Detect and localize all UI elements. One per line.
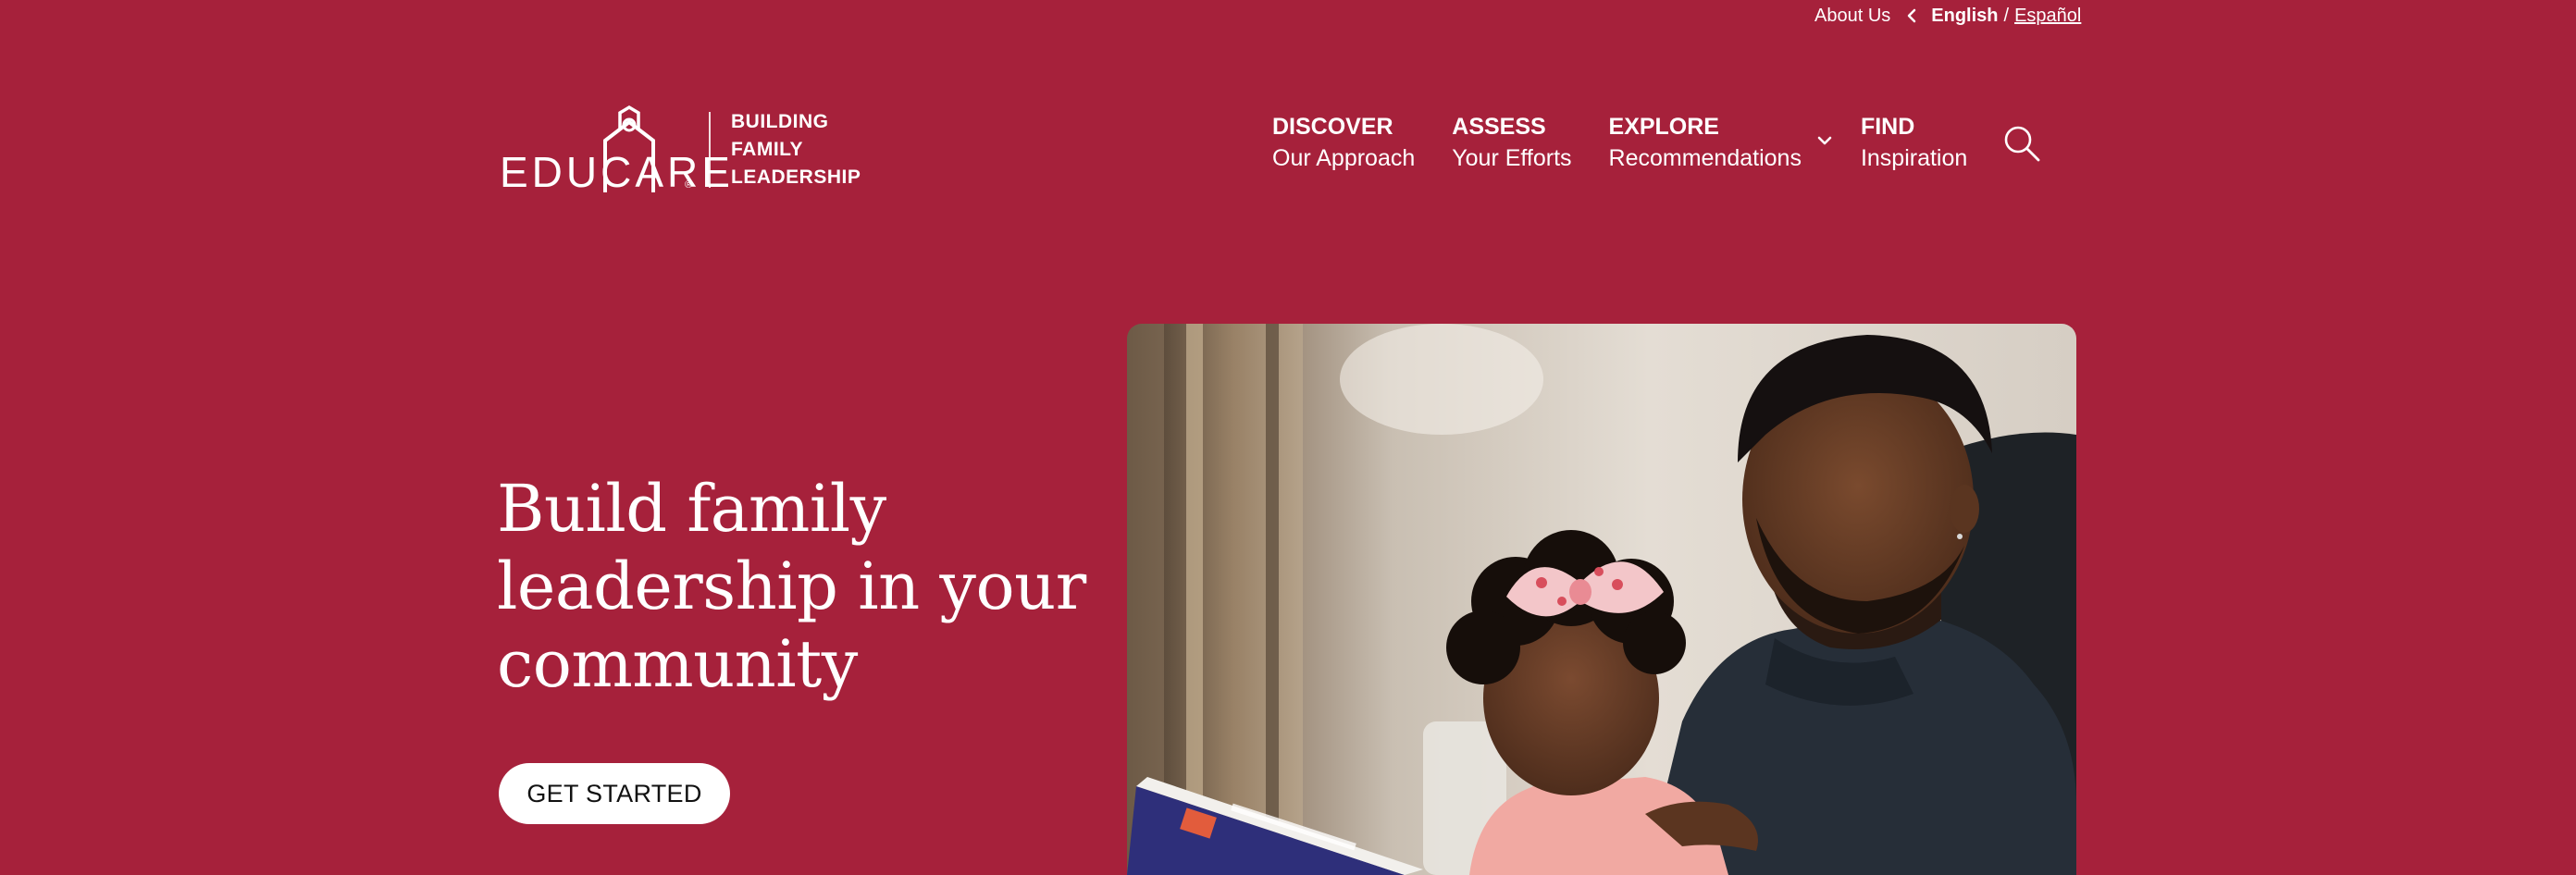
educare-logo[interactable]: EDUCARE ® BUILDING FAMILY LEADERSHIP — [500, 104, 861, 196]
nav-item-explore[interactable]: EXPLORE Recommendations — [1609, 111, 1802, 174]
nav-item-discover[interactable]: DISCOVER Our Approach — [1272, 111, 1415, 174]
search-icon[interactable] — [2002, 124, 2041, 163]
chevron-down-icon[interactable] — [1816, 135, 1833, 146]
get-started-button[interactable]: GET STARTED — [499, 763, 730, 824]
nav-title: FIND — [1860, 114, 1915, 140]
registered-mark: ® — [685, 179, 693, 191]
nav-item-find[interactable]: FIND Inspiration — [1861, 111, 1967, 174]
nav-subtitle: Your Efforts — [1452, 145, 1572, 171]
about-us-link[interactable]: About Us — [1814, 6, 1890, 27]
hero-photo — [1127, 324, 2076, 875]
nav-subtitle: Inspiration — [1860, 145, 1968, 171]
nav-explore-group: EXPLORE Recommendations — [1609, 111, 1833, 174]
language-current: English — [1931, 5, 1999, 26]
main-nav: DISCOVER Our Approach ASSESS Your Effort… — [1272, 111, 2041, 174]
nav-title: EXPLORE — [1608, 114, 1719, 140]
nav-subtitle: Recommendations — [1608, 145, 1802, 171]
nav-item-assess[interactable]: ASSESS Your Efforts — [1452, 111, 1571, 174]
nav-title: ASSESS — [1452, 114, 1546, 140]
nav-title: DISCOVER — [1272, 114, 1393, 140]
tagline-line-2: FAMILY — [731, 139, 804, 160]
logo-tagline: BUILDING FAMILY LEADERSHIP — [731, 108, 861, 191]
language-separator: / — [2003, 5, 2010, 26]
hero-heading: Build family leadership in your communit… — [497, 471, 1086, 702]
tagline-line-3: LEADERSHIP — [731, 166, 861, 188]
nav-subtitle: Our Approach — [1272, 145, 1416, 171]
chevron-left-icon[interactable] — [1907, 8, 1916, 23]
logo-wordmark: EDUCARE — [500, 148, 734, 196]
logo-mark: EDUCARE ® — [500, 104, 730, 196]
tagline-line-1: BUILDING — [731, 111, 829, 132]
utility-bar: About Us English / Español — [1814, 2, 2081, 30]
language-espanol-link[interactable]: Español — [2014, 6, 2081, 27]
